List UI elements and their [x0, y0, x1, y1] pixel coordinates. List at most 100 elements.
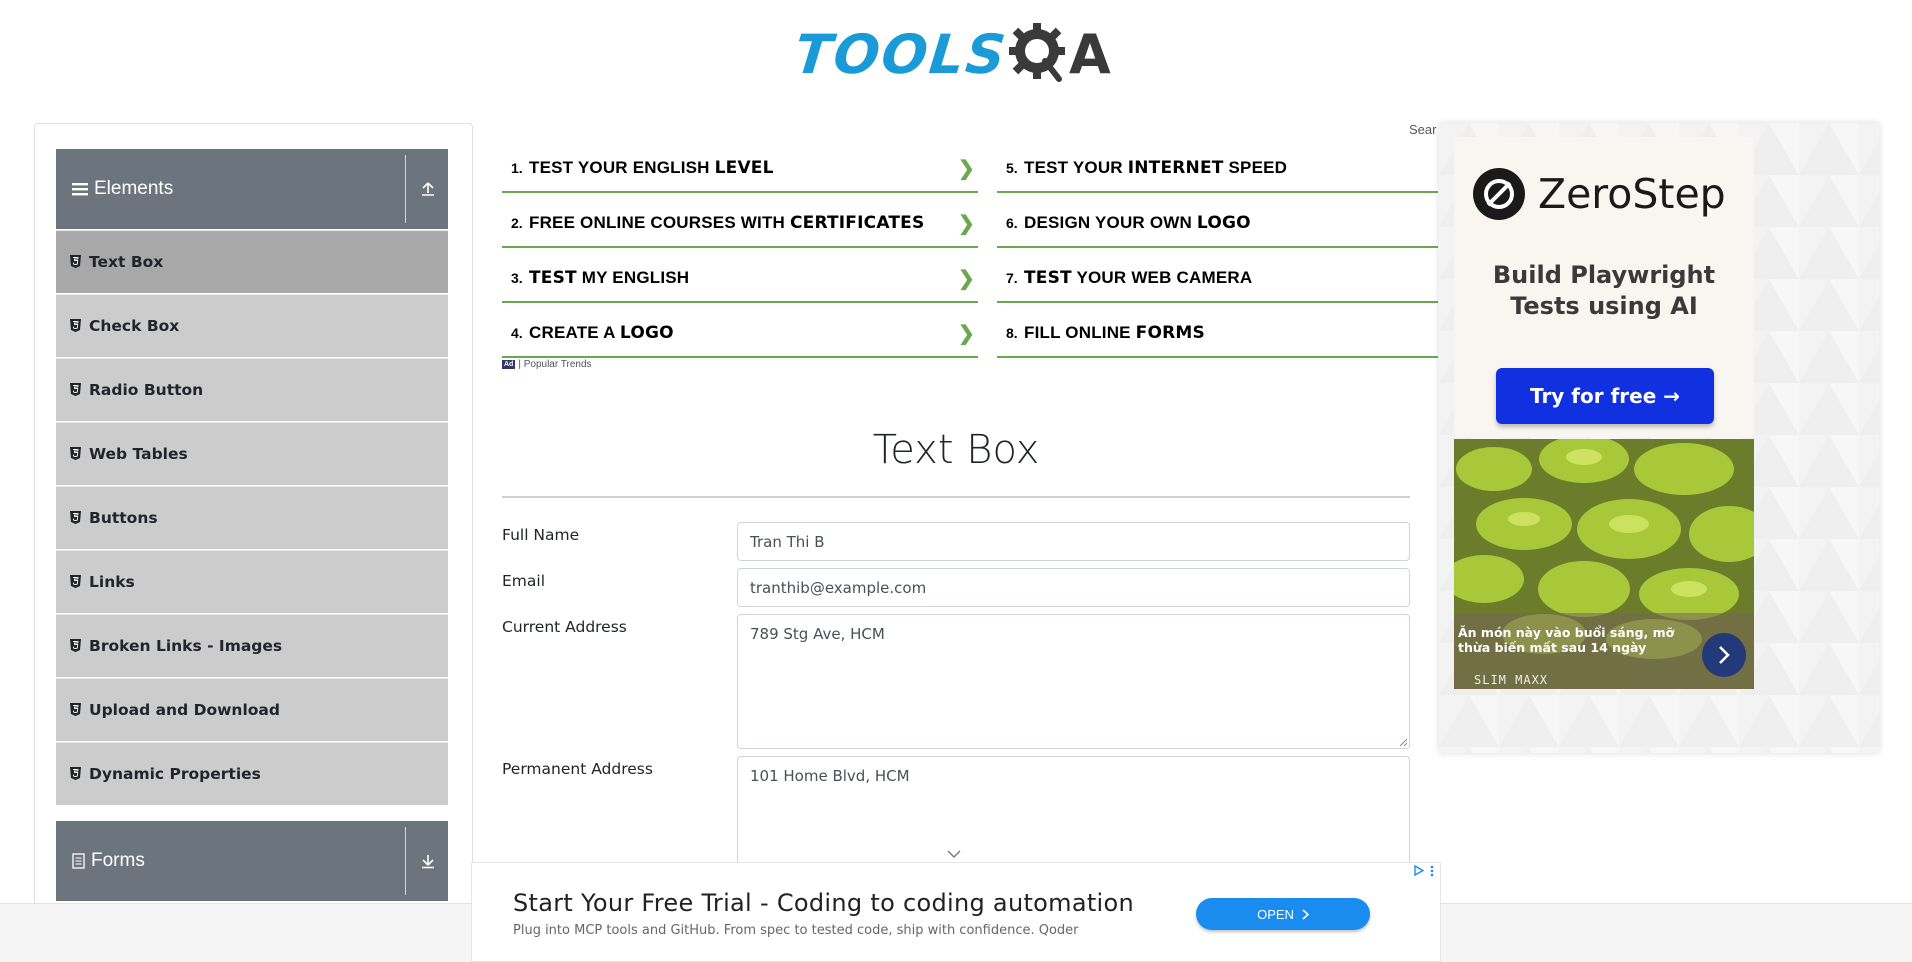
ad-link-number: 4.: [511, 325, 523, 341]
more-vertical-icon: [1430, 865, 1434, 877]
ad-link-text: TEST YOUR WEB CAMERA: [1024, 268, 1253, 288]
ad-link-text: FREE ONLINE COURSES WITH CERTIFICATES: [529, 213, 925, 233]
html5-icon: [70, 383, 82, 397]
zerostep-brand: ZeroStep: [1472, 167, 1726, 221]
ad-link-number: 5.: [1006, 160, 1018, 176]
elements-menu-list: Text Box Check Box Radio Button Web Tabl…: [56, 230, 448, 806]
food-ad-text: Ăn món này vào buổi sáng, mỡ thừa biến m…: [1458, 625, 1675, 655]
email-value: tranthib@example.com: [750, 578, 927, 597]
sidebar-item-upload-download[interactable]: Upload and Download: [56, 678, 448, 742]
sponsored-links-grid: 1. TEST YOUR ENGLISH LEVEL ❯ 2. FREE ONL…: [502, 145, 1438, 375]
bottom-ad-subtitle: Plug into MCP tools and GitHub. From spe…: [513, 923, 1079, 938]
bottom-banner-ad[interactable]: Start Your Free Trial - Coding to coding…: [471, 862, 1441, 962]
tagline-line-2: Tests using AI: [1510, 292, 1698, 320]
chevron-right-icon: [1302, 908, 1309, 920]
ad-link-row[interactable]: 4. CREATE A LOGO ❯: [502, 310, 978, 358]
toolsqa-logo[interactable]: TOOLS A: [791, 14, 1111, 94]
sidebar-item-dynamic-properties[interactable]: Dynamic Properties: [56, 742, 448, 806]
ad-link-row[interactable]: 1. TEST YOUR ENGLISH LEVEL ❯: [502, 145, 978, 193]
ad-link-row[interactable]: 5. TEST YOUR INTERNET SPEED: [997, 145, 1438, 193]
sidebar-item-label: Links: [89, 573, 135, 591]
group-header-forms[interactable]: Forms: [56, 821, 448, 901]
full-name-input[interactable]: Tran Thi B: [737, 522, 1410, 561]
sidebar-item-label: Check Box: [89, 317, 180, 335]
sidebar-item-check-box[interactable]: Check Box: [56, 294, 448, 358]
ad-link-row[interactable]: 8. FILL ONLINE FORMS: [997, 310, 1438, 358]
header-divider: [405, 827, 406, 895]
current-address-label: Current Address: [502, 618, 627, 636]
food-ad-brand: SLIM MAXX: [1474, 673, 1549, 687]
ad-link-row[interactable]: 6. DESIGN YOUR OWN LOGO: [997, 200, 1438, 248]
ad-link-row[interactable]: 2. FREE ONLINE COURSES WITH CERTIFICATES…: [502, 200, 978, 248]
current-address-value: 789 Stg Ave, HCM: [750, 625, 885, 643]
sidebar-item-label: Upload and Download: [89, 701, 280, 719]
open-button-label: OPEN: [1257, 906, 1294, 922]
chevron-right-icon[interactable]: [1702, 633, 1746, 677]
zerostep-tagline: Build Playwright Tests using AI: [1454, 260, 1754, 322]
try-for-free-button[interactable]: Try for free →: [1496, 368, 1714, 424]
group-label-forms: Forms: [91, 850, 145, 871]
expand-down-icon[interactable]: [416, 849, 440, 873]
permanent-address-textarea[interactable]: 101 Home Blvd, HCM: [737, 756, 1410, 866]
sidebar-item-radio-button[interactable]: Radio Button: [56, 358, 448, 422]
html5-icon: [70, 447, 82, 461]
sidebar-item-label: Radio Button: [89, 381, 204, 399]
ad-choices[interactable]: [1413, 865, 1434, 877]
chevron-right-icon: ❯: [958, 212, 975, 235]
sidebar-item-label: Dynamic Properties: [89, 765, 261, 783]
logo-qa-mark: A: [1007, 21, 1111, 87]
email-input[interactable]: tranthib@example.com: [737, 568, 1410, 607]
sidebar-item-text-box[interactable]: Text Box: [56, 230, 448, 294]
adchoices-icon: [1414, 865, 1424, 876]
popular-trends-text: | Popular Trends: [518, 359, 592, 370]
header-divider: [405, 155, 406, 223]
hamburger-icon: [72, 183, 88, 196]
collapse-up-icon[interactable]: [416, 177, 440, 201]
resize-handle-icon[interactable]: [1399, 738, 1407, 746]
sidebar-item-buttons[interactable]: Buttons: [56, 486, 448, 550]
sidebar-item-label: Buttons: [89, 509, 158, 527]
chevron-right-icon: ❯: [958, 322, 975, 345]
html5-icon: [70, 639, 82, 653]
full-name-label: Full Name: [502, 526, 580, 544]
email-label: Email: [502, 572, 546, 590]
document-icon: [72, 853, 85, 869]
ad-link-text: TEST YOUR INTERNET SPEED: [1024, 158, 1288, 178]
right-ad-panel[interactable]: ZeroStep Build Playwright Tests using AI…: [1439, 123, 1879, 753]
html5-icon: [70, 703, 82, 717]
permanent-address-label: Permanent Address: [502, 760, 653, 778]
sidebar-item-label: Broken Links - Images: [89, 637, 283, 655]
sidebar-item-web-tables[interactable]: Web Tables: [56, 422, 448, 486]
ad-link-row[interactable]: 7. TEST YOUR WEB CAMERA: [997, 255, 1438, 303]
open-button[interactable]: OPEN: [1196, 898, 1370, 930]
ad-badge: Ad: [502, 360, 516, 369]
food-ad-card[interactable]: Ăn món này vào buổi sáng, mỡ thừa biến m…: [1454, 439, 1754, 689]
permanent-address-value: 101 Home Blvd, HCM: [750, 767, 910, 785]
page-title: Text Box: [872, 427, 1040, 473]
logo-qa-letter: A: [1068, 22, 1111, 86]
zerostep-ad-card[interactable]: ZeroStep Build Playwright Tests using AI…: [1454, 137, 1754, 437]
popular-trends-label[interactable]: Ad | Popular Trends: [502, 359, 592, 370]
ad-link-number: 7.: [1006, 270, 1018, 286]
search-label-truncated: Sear: [1409, 122, 1437, 137]
zerostep-brand-text: ZeroStep: [1538, 170, 1726, 218]
ad-link-number: 3.: [511, 270, 523, 286]
ad-link-text: DESIGN YOUR OWN LOGO: [1024, 213, 1251, 233]
food-ad-caption: Ăn món này vào buổi sáng, mỡ thừa biến m…: [1454, 613, 1754, 689]
sidebar-item-label: Text Box: [89, 253, 164, 271]
ad-link-row[interactable]: 3. TEST MY ENGLISH ❯: [502, 255, 978, 303]
current-address-textarea[interactable]: 789 Stg Ave, HCM: [737, 614, 1410, 749]
group-header-elements[interactable]: Elements: [56, 149, 448, 229]
sidebar-item-links[interactable]: Links: [56, 550, 448, 614]
html5-icon: [70, 319, 82, 333]
logo-tools-text: TOOLS: [791, 22, 1011, 86]
tagline-line-1: Build Playwright: [1492, 261, 1716, 289]
chevron-right-icon: ❯: [958, 267, 975, 290]
ad-link-text: CREATE A LOGO: [529, 323, 674, 343]
sidebar-item-broken-links[interactable]: Broken Links - Images: [56, 614, 448, 678]
gear-icon: [1008, 23, 1065, 82]
group-label-elements: Elements: [94, 178, 174, 199]
ad-link-number: 1.: [511, 160, 523, 176]
ad-link-number: 2.: [511, 215, 523, 231]
zerostep-logo-icon: [1473, 168, 1525, 220]
